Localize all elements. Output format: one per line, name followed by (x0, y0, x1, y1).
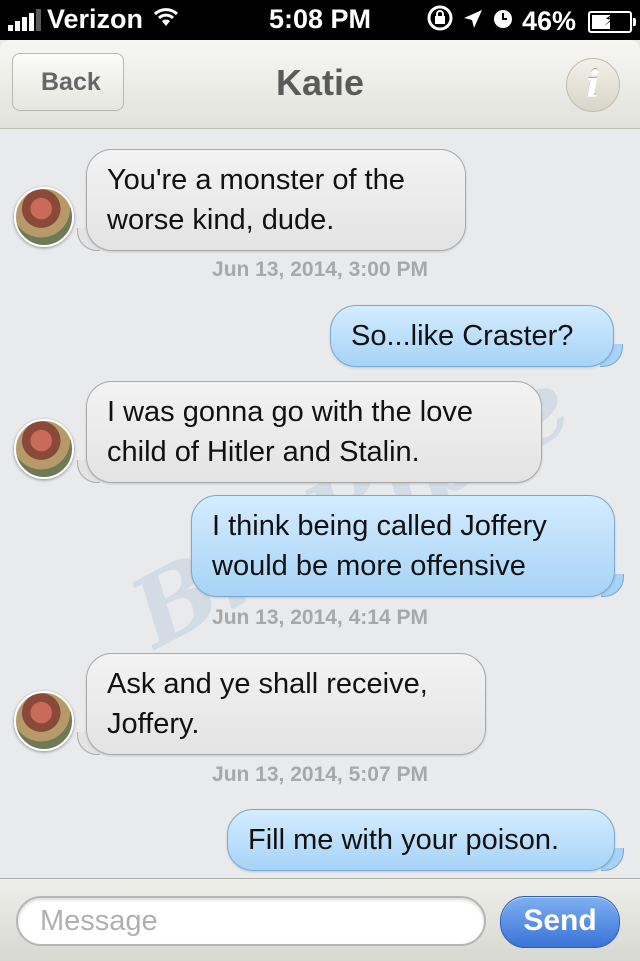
message-input[interactable] (16, 896, 486, 946)
alarm-icon (492, 6, 514, 37)
message-bubble-incoming: You're a monster of the worse kind, dude… (77, 149, 466, 251)
send-button[interactable]: Send (500, 896, 620, 948)
contact-name-title: Katie (275, 62, 365, 103)
message-bubble-outgoing: Fill me with your poison. (227, 809, 624, 871)
info-icon: i (586, 64, 600, 106)
message-bubble-incoming: Ask and ye shall receive, Joffery. (77, 653, 486, 755)
status-right: 46% ⚡ (426, 4, 636, 39)
avatar (14, 419, 74, 479)
avatar (14, 691, 74, 751)
timestamp: Jun 13, 2014, 4:14 PM (212, 606, 428, 629)
timestamp: Jun 13, 2014, 3:00 PM (212, 258, 428, 281)
location-icon (462, 6, 484, 37)
battery-percent: 46% (521, 6, 576, 36)
battery-icon: ⚡ (588, 10, 636, 33)
avatar (14, 187, 74, 247)
message-bubble-incoming: I was gonna go with the love child of Hi… (77, 381, 542, 483)
nav-bar: Back Katie i (0, 40, 640, 129)
info-button[interactable]: i (566, 58, 620, 112)
timestamp: Jun 13, 2014, 5:07 PM (212, 763, 428, 786)
compose-bar: Send (0, 878, 640, 961)
message-bubble-outgoing: I think being called Joffery would be mo… (191, 495, 624, 597)
conversation-view[interactable]: BroBible You're a monster of the worse k… (0, 129, 640, 879)
rotation-lock-icon (426, 4, 454, 39)
status-bar: Verizon 5:08 PM 46% ⚡ (0, 0, 640, 40)
message-bubble-outgoing: So...like Craster? (330, 305, 623, 367)
